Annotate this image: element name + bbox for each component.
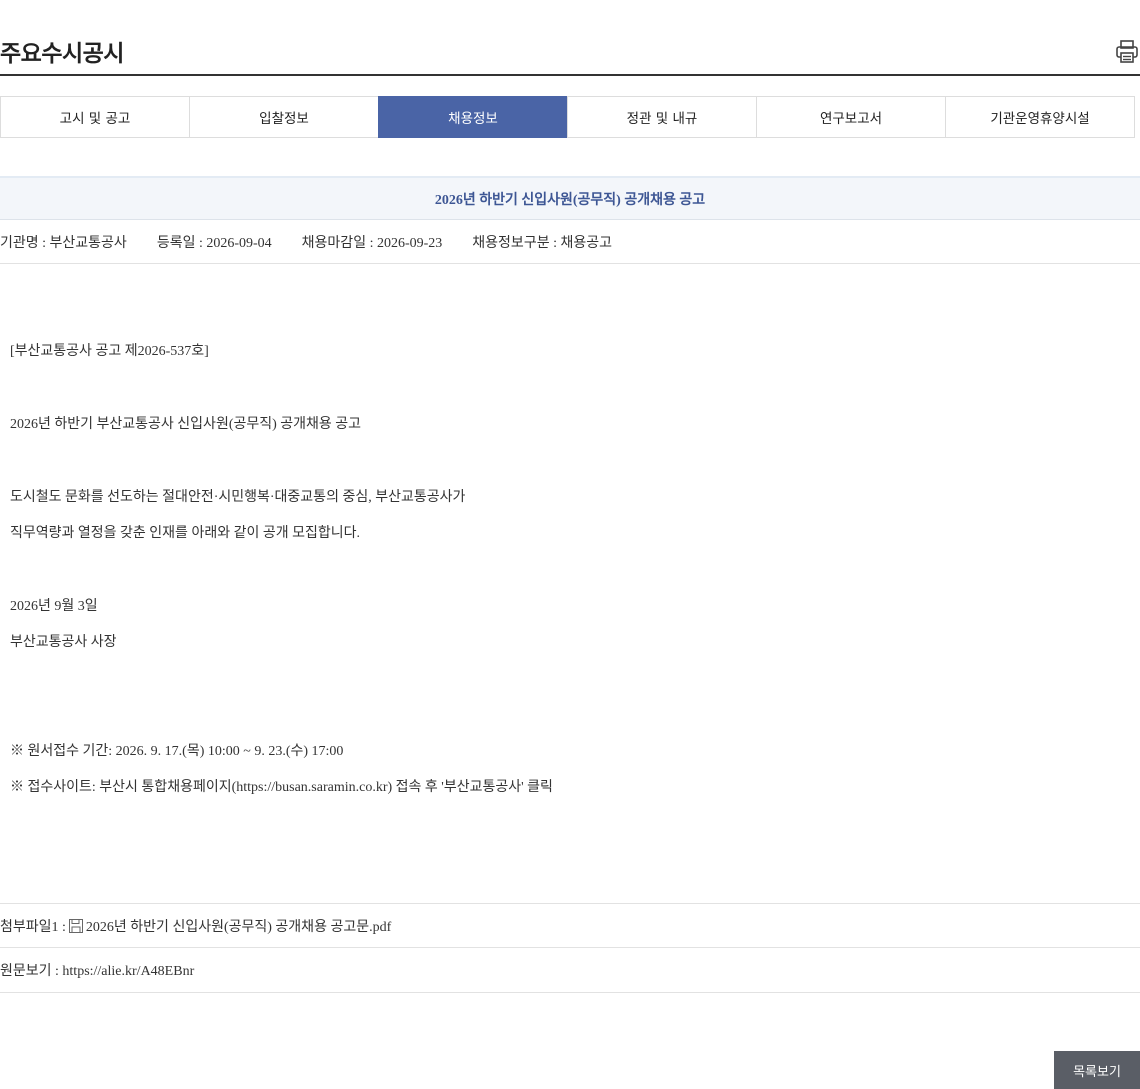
body-line: 2026년 9월 3일 bbox=[10, 599, 98, 614]
tab-bidding[interactable]: 입찰정보 bbox=[189, 96, 379, 138]
page-title: 주요수시공시 bbox=[0, 41, 124, 67]
attachment-link[interactable]: 2026년 하반기 신입사원(공무직) 공개채용 공고문.pdf bbox=[86, 916, 391, 936]
body-line: ※ 원서접수 기간: 2026. 9. 17.(목) 10:00 ~ 9. 23… bbox=[10, 744, 344, 759]
file-icon bbox=[68, 918, 84, 934]
meta-deadline: 채용마감일 : 2026-09-23 bbox=[301, 235, 443, 251]
tab-resort-facilities[interactable]: 기관운영휴양시설 bbox=[945, 96, 1135, 138]
tab-notice[interactable]: 고시 및 공고 bbox=[0, 96, 190, 138]
meta-category: 채용정보구분 : 채용공고 bbox=[472, 235, 612, 251]
category-tabs: 고시 및 공고 입찰정보 채용정보 정관 및 내규 연구보고서 기관운영휴양시설 bbox=[0, 96, 1140, 138]
attachment-row: 첨부파일1 : 2026년 하반기 신입사원(공무직) 공개채용 공고문.pdf bbox=[0, 903, 1140, 948]
post-title: 2026년 하반기 신입사원(공무직) 공개채용 공고 bbox=[0, 176, 1140, 220]
meta-registered-date: 등록일 : 2026-09-04 bbox=[156, 235, 272, 251]
post-meta: 기관명 : 부산교통공사 등록일 : 2026-09-04 채용마감일 : 20… bbox=[0, 220, 1140, 264]
printer-icon[interactable] bbox=[1114, 38, 1140, 64]
original-link-row: 원문보기 : https://alie.kr/A48EBnr bbox=[0, 948, 1140, 993]
body-line: [부산교통공사 공고 제2026-537호] bbox=[10, 344, 209, 359]
meta-agency: 기관명 : 부산교통공사 bbox=[0, 235, 127, 251]
attachment-label: 첨부파일1 : bbox=[0, 919, 66, 935]
body-line: ※ 접수사이트: 부산시 통합채용페이지(https://busan.saram… bbox=[10, 780, 553, 795]
tab-recruitment[interactable]: 채용정보 bbox=[378, 96, 568, 138]
body-line: 부산교통공사 사장 bbox=[10, 635, 117, 650]
list-button[interactable]: 목록보기 bbox=[1054, 1051, 1140, 1089]
tab-articles-rules[interactable]: 정관 및 내규 bbox=[567, 96, 757, 138]
body-line: 2026년 하반기 부산교통공사 신입사원(공무직) 공개채용 공고 bbox=[10, 417, 362, 432]
body-line: 도시철도 문화를 선도하는 절대안전·시민행복·대중교통의 중심, 부산교통공사… bbox=[10, 490, 466, 505]
tab-research-reports[interactable]: 연구보고서 bbox=[756, 96, 946, 138]
page-header: 주요수시공시 bbox=[0, 0, 1140, 76]
body-line: 직무역량과 열정을 갖춘 인재를 아래와 같이 공개 모집합니다. bbox=[10, 526, 360, 541]
original-link[interactable]: 원문보기 : https://alie.kr/A48EBnr bbox=[0, 960, 194, 980]
